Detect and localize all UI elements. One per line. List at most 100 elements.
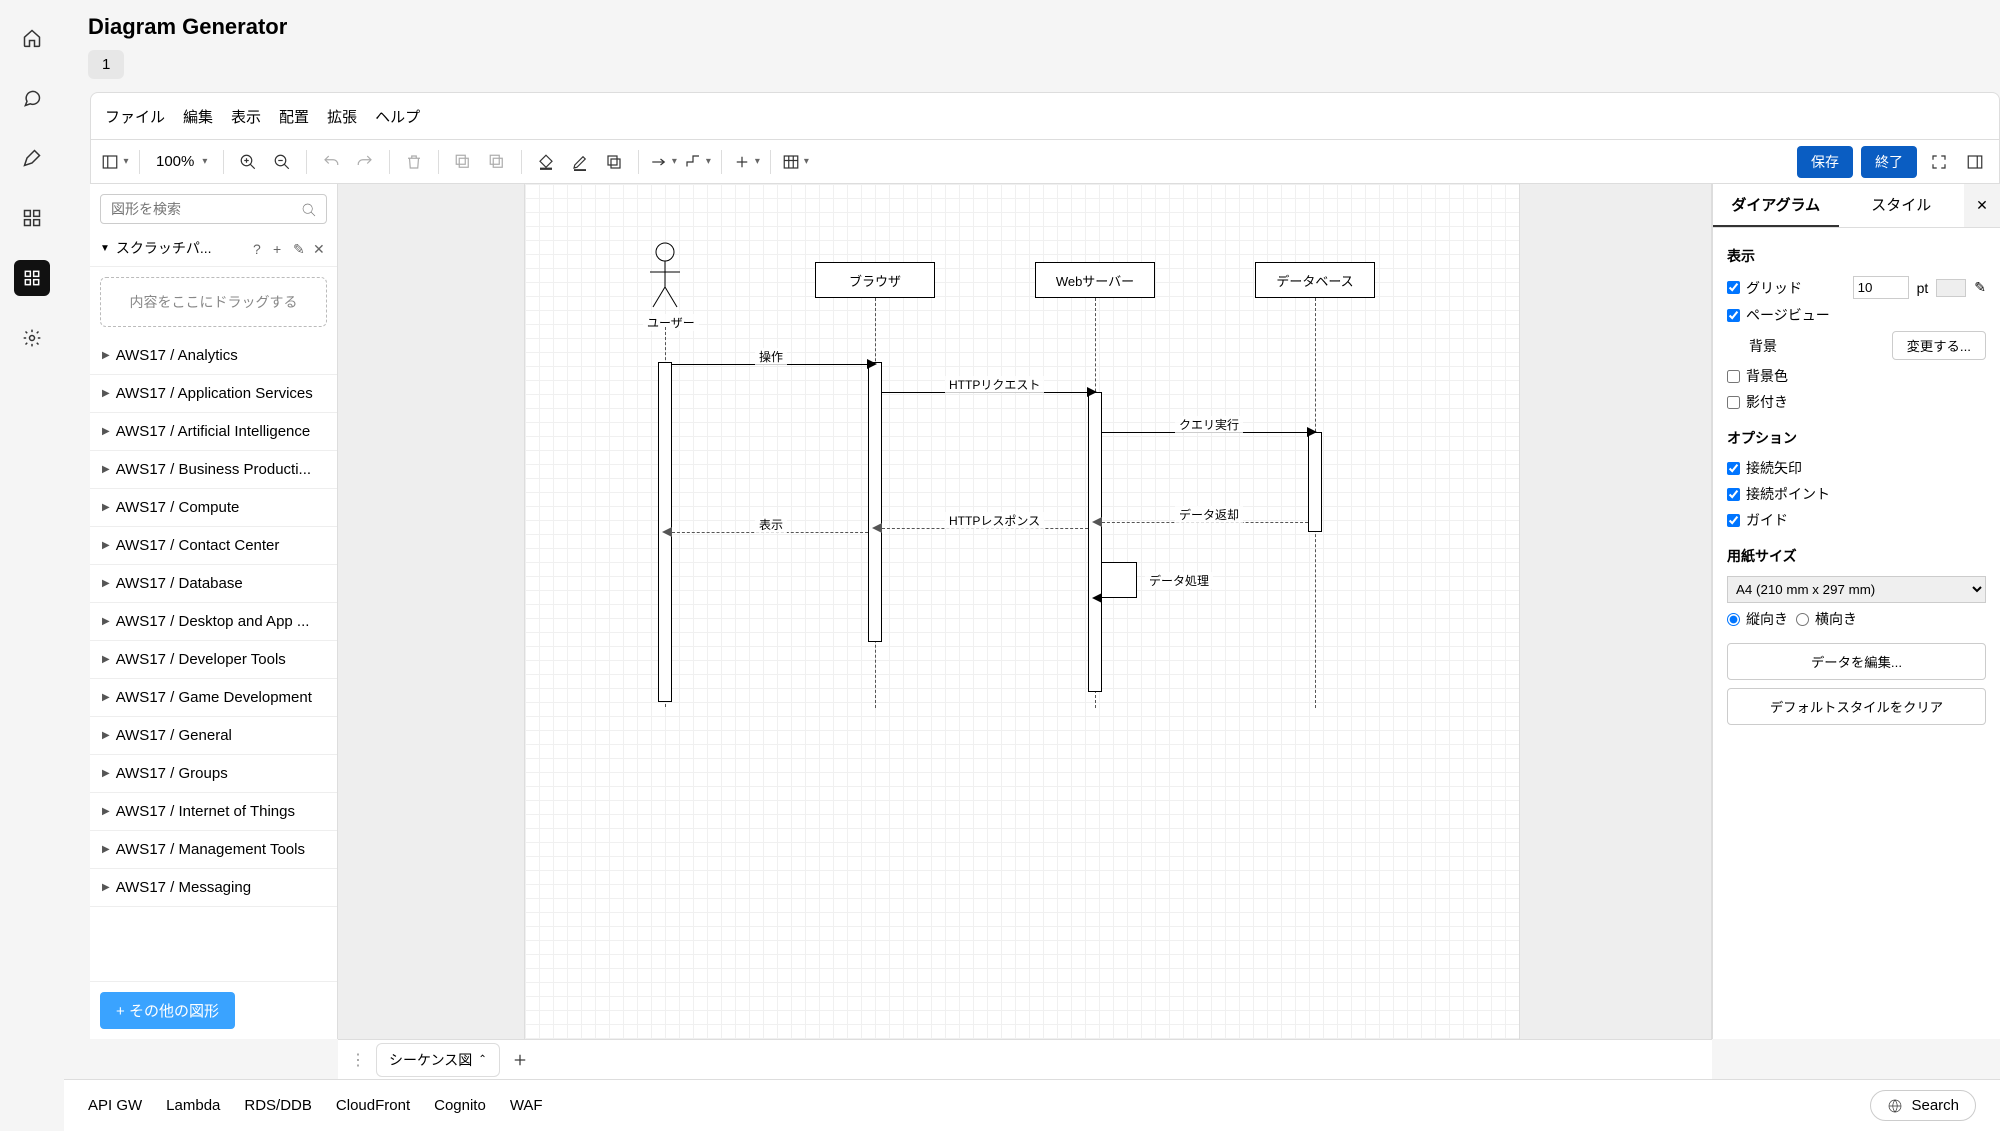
delete-button[interactable]: [400, 148, 428, 176]
footer-chip[interactable]: Cognito: [434, 1097, 486, 1114]
zoom-out-button[interactable]: [268, 148, 296, 176]
footer-chip[interactable]: API GW: [88, 1097, 142, 1114]
waypoint-style-button[interactable]: [683, 148, 711, 176]
add-scratch-icon[interactable]: +: [273, 241, 287, 255]
bgcolor-checkbox[interactable]: 背景色: [1727, 366, 1788, 386]
save-button[interactable]: 保存: [1797, 146, 1853, 178]
scratchpad-dropzone[interactable]: 内容をここにドラッグする: [100, 277, 327, 327]
menu-file[interactable]: ファイル: [105, 106, 165, 127]
bgcolor-label: 背景色: [1746, 366, 1788, 386]
format-panel-button[interactable]: [1961, 148, 1989, 176]
conn-point-checkbox[interactable]: 接続ポイント: [1727, 484, 1830, 504]
connection-style-button[interactable]: [649, 148, 677, 176]
actor-browser[interactable]: ブラウザ: [815, 262, 935, 298]
menu-view[interactable]: 表示: [231, 106, 261, 127]
menu-help[interactable]: ヘルプ: [375, 106, 420, 127]
page-tab[interactable]: シーケンス図⌃: [376, 1043, 500, 1077]
category-item[interactable]: ▶AWS17 / Management Tools: [90, 831, 337, 869]
edit-data-button[interactable]: データを編集...: [1727, 643, 1986, 680]
rail-grid-button[interactable]: [14, 200, 50, 236]
category-item[interactable]: ▶AWS17 / Groups: [90, 755, 337, 793]
redo-button[interactable]: [351, 148, 379, 176]
activation-bar[interactable]: [1308, 432, 1322, 532]
category-label: AWS17 / Database: [116, 575, 243, 592]
footer-search-button[interactable]: Search: [1870, 1090, 1976, 1121]
footer-chip[interactable]: CloudFront: [336, 1097, 410, 1114]
diagram-page[interactable]: ユーザー ブラウザ Webサーバー データベース 操作 HTTPリクエスト: [524, 184, 1520, 1039]
change-background-button[interactable]: 変更する...: [1892, 331, 1986, 360]
document-tab-1[interactable]: 1: [88, 50, 124, 79]
undo-button[interactable]: [317, 148, 345, 176]
line-color-button[interactable]: [566, 148, 594, 176]
arrowhead-icon: [662, 527, 672, 537]
category-item[interactable]: ▶AWS17 / Game Development: [90, 679, 337, 717]
shape-search-input[interactable]: [100, 194, 327, 224]
category-item[interactable]: ▶AWS17 / Compute: [90, 489, 337, 527]
actor-user-label[interactable]: ユーザー: [643, 314, 699, 331]
rail-home-button[interactable]: [14, 20, 50, 56]
rail-chat-button[interactable]: [14, 80, 50, 116]
add-button[interactable]: [732, 148, 760, 176]
actor-webserver[interactable]: Webサーバー: [1035, 262, 1155, 298]
category-item[interactable]: ▶AWS17 / Analytics: [90, 337, 337, 375]
category-item[interactable]: ▶AWS17 / Application Services: [90, 375, 337, 413]
actor-database[interactable]: データベース: [1255, 262, 1375, 298]
fill-color-button[interactable]: [532, 148, 560, 176]
category-item[interactable]: ▶AWS17 / Business Producti...: [90, 451, 337, 489]
fullscreen-button[interactable]: [1925, 148, 1953, 176]
grid-checkbox[interactable]: グリッド: [1727, 278, 1802, 298]
category-item[interactable]: ▶AWS17 / Desktop and App ...: [90, 603, 337, 641]
rail-settings-button[interactable]: [14, 320, 50, 356]
guide-checkbox[interactable]: ガイド: [1727, 510, 1788, 530]
grid-size-input[interactable]: [1853, 276, 1909, 299]
pageview-checkbox[interactable]: ページビュー: [1727, 305, 1830, 325]
tab-style[interactable]: スタイル: [1839, 184, 1965, 227]
shadow-checkbox[interactable]: 影付き: [1727, 392, 1788, 412]
close-panel-button[interactable]: ✕: [1964, 184, 2000, 227]
edit-color-icon[interactable]: ✎: [1974, 279, 1986, 296]
footer-chip[interactable]: WAF: [510, 1097, 543, 1114]
sidebar-toggle-button[interactable]: [101, 148, 129, 176]
exit-button[interactable]: 終了: [1861, 146, 1917, 178]
menu-extras[interactable]: 拡張: [327, 106, 357, 127]
clear-default-style-button[interactable]: デフォルトスタイルをクリア: [1727, 688, 1986, 725]
orientation-landscape[interactable]: 横向き: [1796, 609, 1857, 629]
help-icon[interactable]: ?: [253, 241, 267, 255]
category-item[interactable]: ▶AWS17 / Database: [90, 565, 337, 603]
conn-arrow-checkbox[interactable]: 接続矢印: [1727, 458, 1802, 478]
actor-stickman-icon[interactable]: [645, 242, 685, 312]
drag-handle-icon[interactable]: ⋮: [346, 1050, 370, 1070]
category-item[interactable]: ▶AWS17 / Messaging: [90, 869, 337, 907]
category-item[interactable]: ▶AWS17 / General: [90, 717, 337, 755]
grid-color-swatch[interactable]: [1936, 279, 1966, 297]
footer-chip[interactable]: RDS/DDB: [244, 1097, 312, 1114]
to-front-button[interactable]: [449, 148, 477, 176]
rail-pen-button[interactable]: [14, 140, 50, 176]
to-back-button[interactable]: [483, 148, 511, 176]
orientation-portrait[interactable]: 縦向き: [1727, 609, 1788, 629]
zoom-in-button[interactable]: [234, 148, 262, 176]
tab-diagram[interactable]: ダイアグラム: [1713, 184, 1839, 227]
table-button[interactable]: [781, 148, 809, 176]
category-item[interactable]: ▶AWS17 / Artificial Intelligence: [90, 413, 337, 451]
rail-diagram-button[interactable]: [14, 260, 50, 296]
footer-chip[interactable]: Lambda: [166, 1097, 220, 1114]
paper-size-select[interactable]: A4 (210 mm x 297 mm): [1727, 576, 1986, 603]
activation-bar[interactable]: [868, 362, 882, 642]
scratchpad-header[interactable]: ▼ スクラッチパ... ? + ✎ ✕: [90, 230, 337, 267]
edit-scratch-icon[interactable]: ✎: [293, 241, 307, 255]
chevron-right-icon: ▶: [102, 882, 110, 893]
more-shapes-button[interactable]: + その他の図形: [100, 992, 235, 1029]
add-page-button[interactable]: [506, 1046, 534, 1074]
canvas[interactable]: ユーザー ブラウザ Webサーバー データベース 操作 HTTPリクエスト: [338, 184, 1712, 1039]
shadow-button[interactable]: [600, 148, 628, 176]
activation-bar[interactable]: [1088, 392, 1102, 692]
category-item[interactable]: ▶AWS17 / Internet of Things: [90, 793, 337, 831]
category-item[interactable]: ▶AWS17 / Developer Tools: [90, 641, 337, 679]
close-scratch-icon[interactable]: ✕: [313, 241, 327, 255]
zoom-dropdown[interactable]: 100%: [150, 153, 213, 170]
menu-edit[interactable]: 編集: [183, 106, 213, 127]
category-item[interactable]: ▶AWS17 / Contact Center: [90, 527, 337, 565]
self-message[interactable]: [1101, 562, 1137, 598]
menu-arrange[interactable]: 配置: [279, 106, 309, 127]
